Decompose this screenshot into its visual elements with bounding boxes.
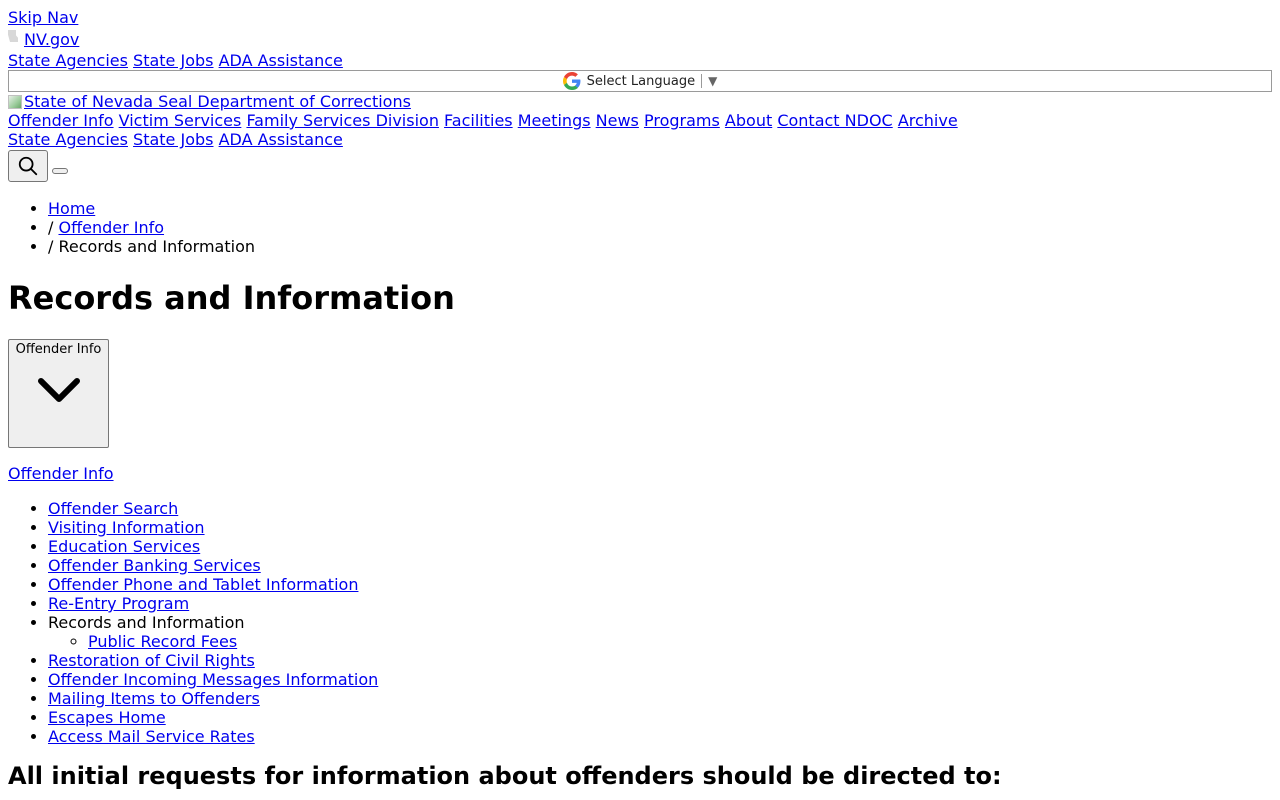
section-dropdown-label: Offender Info [15, 342, 102, 357]
search-button[interactable] [8, 150, 48, 182]
header-util-state-jobs[interactable]: State Jobs [133, 130, 213, 149]
nevada-state-icon [8, 30, 18, 42]
sidebar-item-access-mail-rates[interactable]: Access Mail Service Rates [48, 727, 255, 746]
google-translate-bar[interactable]: Select Language ▼ [8, 70, 1272, 92]
sidebar-item-re-entry[interactable]: Re-Entry Program [48, 594, 189, 613]
sidebar-item-restoration-civil-rights[interactable]: Restoration of Civil Rights [48, 651, 255, 670]
nvgov-label: NV.gov [24, 29, 80, 49]
site-logo-alt: State of Nevada Seal Department of Corre… [24, 92, 411, 111]
mobile-menu-button[interactable] [52, 168, 68, 174]
sidebar-sub-nav: Public Record Fees [48, 632, 1272, 651]
broken-image-icon [8, 94, 22, 109]
breadcrumb-separator: / [48, 237, 54, 256]
util-link-state-agencies[interactable]: State Agencies [8, 51, 128, 70]
sidebar-item: Offender Phone and Tablet Information [48, 575, 1272, 594]
nvgov-link[interactable]: NV.gov [8, 30, 79, 49]
sidebar-sub-item: Public Record Fees [88, 632, 1272, 651]
sidebar-sub-item-public-record-fees[interactable]: Public Record Fees [88, 632, 237, 651]
sidebar-item: Offender Incoming Messages Information [48, 670, 1272, 689]
logo-row: State of Nevada Seal Department of Corre… [8, 92, 1272, 111]
nav-family-services-division[interactable]: Family Services Division [246, 111, 439, 130]
breadcrumb-item: / Records and Information [48, 237, 1272, 256]
nav-about[interactable]: About [725, 111, 772, 130]
sidebar-item-visiting-information[interactable]: Visiting Information [48, 518, 205, 537]
sidebar-item: Re-Entry Program [48, 594, 1272, 613]
section-subheading: All initial requests for information abo… [8, 762, 1002, 790]
header-util-state-agencies[interactable]: State Agencies [8, 130, 128, 149]
nvgov-row: NV.gov [8, 27, 1272, 51]
nav-victim-services[interactable]: Victim Services [119, 111, 242, 130]
sidebar-item: Mailing Items to Offenders [48, 689, 1272, 708]
sidebar-item-records-information: Records and Information [48, 613, 245, 632]
util-link-state-jobs[interactable]: State Jobs [133, 51, 213, 70]
breadcrumb-current: Records and Information [58, 237, 255, 256]
header-util-links: State Agencies State Jobs ADA Assistance [8, 130, 1272, 149]
main-nav: Offender Info Victim Services Family Ser… [8, 111, 1272, 130]
breadcrumb-home[interactable]: Home [48, 199, 95, 218]
sidebar-section-link[interactable]: Offender Info [8, 464, 1272, 483]
breadcrumb-offender-info[interactable]: Offender Info [58, 218, 164, 237]
skip-nav-link[interactable]: Skip Nav [8, 8, 1272, 27]
sidebar-item-education-services[interactable]: Education Services [48, 537, 200, 556]
breadcrumb-item: / Offender Info [48, 218, 1272, 237]
header-util-ada-assistance[interactable]: ADA Assistance [219, 130, 343, 149]
sidebar-item: Offender Search [48, 499, 1272, 518]
sidebar-item: Offender Banking Services [48, 556, 1272, 575]
select-language-label: Select Language [586, 73, 696, 89]
sidebar-item-escapes-home[interactable]: Escapes Home [48, 708, 166, 727]
util-link-ada-assistance[interactable]: ADA Assistance [219, 51, 343, 70]
sidebar-item-active: Records and Information Public Record Fe… [48, 613, 1272, 651]
nav-offender-info[interactable]: Offender Info [8, 111, 114, 130]
nav-contact-ndoc[interactable]: Contact NDOC [777, 111, 892, 130]
page-title: Records and Information [8, 279, 455, 317]
nav-programs[interactable]: Programs [644, 111, 720, 130]
search-icon [18, 156, 38, 176]
chevron-down-icon [37, 378, 80, 402]
site-logo-link[interactable]: State of Nevada Seal Department of Corre… [8, 92, 411, 111]
nav-facilities[interactable]: Facilities [444, 111, 513, 130]
sidebar-item-offender-search[interactable]: Offender Search [48, 499, 178, 518]
sidebar-nav: Offender Search Visiting Information Edu… [8, 499, 1272, 746]
nav-news[interactable]: News [596, 111, 639, 130]
breadcrumb: Home / Offender Info / Records and Infor… [8, 199, 1272, 256]
sidebar-item: Restoration of Civil Rights [48, 651, 1272, 670]
breadcrumb-item: Home [48, 199, 1272, 218]
language-separator [701, 74, 703, 88]
sidebar-item-phone-tablet[interactable]: Offender Phone and Tablet Information [48, 575, 358, 594]
nav-meetings[interactable]: Meetings [518, 111, 591, 130]
section-dropdown-button[interactable]: Offender Info [8, 339, 109, 448]
caret-down-icon: ▼ [708, 73, 718, 88]
top-util-links: State Agencies State Jobs ADA Assistance [8, 51, 1272, 70]
google-g-icon [562, 72, 581, 90]
sidebar-item: Access Mail Service Rates [48, 727, 1272, 746]
sidebar-item-offender-banking[interactable]: Offender Banking Services [48, 556, 261, 575]
sidebar-item: Visiting Information [48, 518, 1272, 537]
sidebar-item: Escapes Home [48, 708, 1272, 727]
breadcrumb-separator: / [48, 218, 54, 237]
search-row [8, 149, 1272, 183]
nav-archive[interactable]: Archive [898, 111, 958, 130]
sidebar-item: Education Services [48, 537, 1272, 556]
sidebar-item-incoming-messages[interactable]: Offender Incoming Messages Information [48, 670, 378, 689]
sidebar-item-mailing-items[interactable]: Mailing Items to Offenders [48, 689, 260, 708]
